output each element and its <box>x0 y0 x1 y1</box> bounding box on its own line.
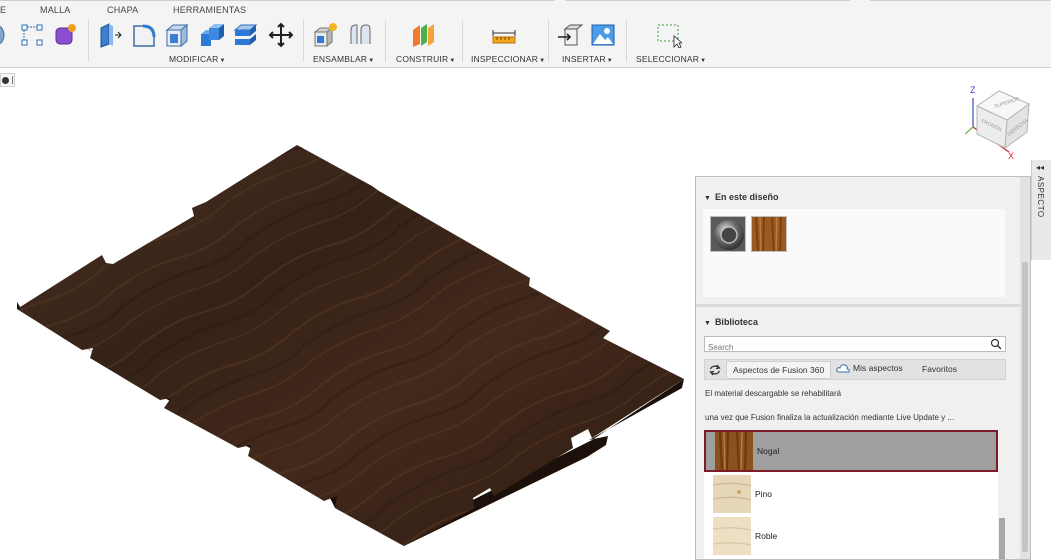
ribbon-separator <box>548 20 549 62</box>
select-button[interactable] <box>654 20 684 50</box>
pino-material-thumbnail <box>713 475 751 513</box>
expand-triangle-icon: ▼ <box>704 195 711 202</box>
nogal-material-thumbnail <box>715 432 753 470</box>
walnut-panel-model[interactable] <box>0 68 700 560</box>
group-label-ensamblar[interactable]: ENSAMBLAR▼ <box>313 54 374 64</box>
appearance-panel: ▼ En este diseño ▼ Biblioteca Search Asp… <box>695 176 1031 560</box>
ribbon-separator <box>626 20 627 62</box>
aspecto-side-tab[interactable]: ◂◂ ASPECTO <box>1031 160 1051 260</box>
construction-plane-icon <box>413 24 434 47</box>
material-item-roble[interactable]: Roble <box>704 515 998 557</box>
tab-my-appearances[interactable]: Mis aspectos <box>836 363 903 373</box>
material-list: Nogal Pino Roble <box>704 430 1006 559</box>
cylinder-icon <box>0 25 5 45</box>
panel-scroll-thumb[interactable] <box>1022 262 1028 552</box>
ribbon-separator <box>385 20 386 62</box>
sketch-dimension-icon <box>21 24 43 46</box>
refresh-button[interactable] <box>707 362 723 378</box>
search-input[interactable] <box>705 340 985 355</box>
section-library-header[interactable]: ▼ Biblioteca <box>704 317 758 327</box>
tab-partial[interactable]: E <box>0 5 6 15</box>
form-cube-icon <box>55 24 76 45</box>
list-scrollbar[interactable] <box>998 430 1006 559</box>
side-tab-label: ASPECTO <box>1036 176 1045 218</box>
roble-material-thumbnail <box>713 517 751 555</box>
ribbon-top-line <box>870 0 1051 1</box>
cloud-icon <box>836 363 850 372</box>
refresh-icon <box>709 364 721 376</box>
new-component-icon <box>313 23 337 48</box>
section-divider <box>696 304 1022 307</box>
shell-button[interactable] <box>162 20 192 50</box>
panel-grain-texture <box>17 145 684 546</box>
axis-x-label: X <box>1008 151 1014 161</box>
group-label-seleccionar[interactable]: SELECCIONAR▼ <box>636 54 706 64</box>
ribbon-top-line <box>0 0 555 1</box>
move-button[interactable] <box>266 20 296 50</box>
group-label-modificar[interactable]: MODIFICAR▼ <box>169 54 226 64</box>
material-item-pino[interactable]: Pino <box>704 473 998 515</box>
group-label-construir[interactable]: CONSTRUIR▼ <box>396 54 455 64</box>
press-pull-button[interactable] <box>95 20 125 50</box>
new-component-button[interactable] <box>310 20 340 50</box>
library-tabs: Aspectos de Fusion 360 Mis aspectos Favo… <box>704 359 1006 380</box>
library-search-box[interactable] <box>704 336 1006 355</box>
list-scroll-thumb[interactable] <box>999 518 1005 559</box>
section-in-design-header[interactable]: ▼ En este diseño <box>704 192 778 202</box>
tab-herramientas[interactable]: HERRAMIENTAS <box>173 5 246 15</box>
select-window-icon <box>657 24 682 48</box>
measure-ruler-icon <box>492 30 516 44</box>
offset-face-icon <box>233 24 258 45</box>
ribbon-separator <box>462 20 463 62</box>
expand-triangle-icon: ▼ <box>704 320 711 327</box>
combine-button[interactable] <box>196 20 226 50</box>
walnut-appearance-swatch[interactable] <box>751 216 787 252</box>
axis-z-label: Z <box>970 85 976 95</box>
group-label-insertar[interactable]: INSERTAR▼ <box>562 54 613 64</box>
collapse-arrows-icon[interactable]: ◂◂ <box>1036 163 1044 172</box>
search-icon[interactable] <box>990 338 1002 350</box>
in-design-swatches <box>703 209 1005 297</box>
update-notice-line2: una vez que Fusion finaliza la actualiza… <box>705 413 955 422</box>
measure-button[interactable] <box>489 20 519 50</box>
ribbon-top-line <box>565 0 850 1</box>
panel-scrollbar[interactable] <box>1020 177 1030 559</box>
press-pull-icon <box>100 23 122 48</box>
tab-fusion-appearances[interactable]: Aspectos de Fusion 360 <box>726 361 832 379</box>
ribbon-separator <box>303 20 304 62</box>
joint-icon <box>350 24 371 44</box>
canvas-button[interactable] <box>588 20 618 50</box>
tab-chapa[interactable]: CHAPA <box>107 5 138 15</box>
update-notice-line1: El material descargable se rehabilitará <box>705 389 842 398</box>
view-cube[interactable]: Z X SUPERIOR FRONTAL DERECHA <box>965 82 1037 162</box>
toolbar-ribbon: E MALLA CHAPA HERRAMIENTAS MODIFICAR▼ EN… <box>0 0 1051 68</box>
joint-button[interactable] <box>345 20 375 50</box>
insert-derive-button[interactable] <box>555 20 585 50</box>
fillet-icon <box>133 24 156 47</box>
image-canvas-icon <box>591 24 615 46</box>
fillet-button[interactable] <box>129 20 159 50</box>
sketch-tool-button[interactable] <box>17 20 47 50</box>
form-tool-button[interactable] <box>50 20 80 50</box>
offset-plane-button[interactable] <box>408 20 438 50</box>
ribbon-separator <box>88 20 89 62</box>
material-name: Roble <box>755 531 778 541</box>
chrome-appearance-swatch[interactable] <box>710 216 746 252</box>
move-icon <box>268 22 294 48</box>
offset-face-button[interactable] <box>230 20 260 50</box>
insert-icon <box>558 24 583 46</box>
cylinder-tool-button[interactable] <box>0 20 16 50</box>
material-name: Nogal <box>757 446 780 456</box>
shell-icon <box>165 23 189 48</box>
material-item-nogal[interactable]: Nogal <box>704 430 998 472</box>
tab-favorites[interactable]: Favoritos <box>922 364 957 374</box>
group-label-inspeccionar[interactable]: INSPECCIONAR▼ <box>471 54 545 64</box>
combine-icon <box>201 24 224 46</box>
material-name: Pino <box>755 489 773 499</box>
tab-malla[interactable]: MALLA <box>40 5 71 15</box>
